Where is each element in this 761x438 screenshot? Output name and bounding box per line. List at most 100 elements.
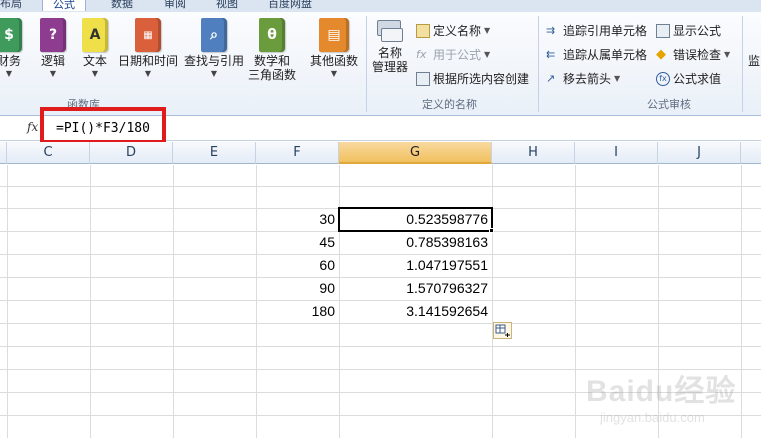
trace-arrow-icon: ⇉ — [546, 23, 556, 37]
insert-function-icon[interactable]: fx — [27, 120, 38, 134]
cell-g5[interactable]: 1.047197551 — [339, 254, 492, 276]
show-formulas-label: 显示公式 — [673, 24, 722, 38]
evaluate-formula-icon: fx — [656, 71, 670, 86]
cell-g7[interactable]: 3.141592654 — [339, 300, 492, 322]
more-functions-label: 其他函数 — [310, 54, 359, 68]
name-manager-label: 名称 — [378, 46, 403, 60]
use-in-formula-button[interactable]: fx 用于公式 ▼ — [416, 46, 490, 63]
name-manager-button[interactable]: 名称 管理器 — [372, 18, 408, 74]
cell-g4[interactable]: 0.785398163 — [339, 231, 492, 253]
more-functions-book-icon: ▤ — [319, 18, 349, 52]
tab-data[interactable]: 数据 — [111, 0, 133, 11]
create-from-selection-label: 根据所选内容创建 — [433, 72, 530, 86]
date-time-label: 日期和时间 — [118, 54, 179, 68]
defined-names-group-label: 定义的名称 — [422, 98, 477, 111]
tab-formulas[interactable]: 公式 — [42, 0, 86, 11]
row-header-corner[interactable] — [0, 142, 7, 164]
column-header-f[interactable]: F — [256, 142, 339, 164]
more-functions-button[interactable]: ▤ 其他函数 ▼ — [310, 18, 358, 78]
cell-f7[interactable]: 180 — [256, 300, 339, 322]
gridline — [741, 165, 742, 438]
watermark-sub-text: jingyan.baidu.com — [600, 410, 705, 425]
chevron-down-icon: ▼ — [484, 26, 491, 35]
column-header-e[interactable]: E — [173, 142, 256, 164]
column-headers: C D E F G H I J — [0, 142, 761, 164]
math-trig-label-line2: 三角函数 — [248, 68, 297, 82]
remove-arrows-icon: ↗ — [546, 71, 556, 85]
watch-window-button[interactable]: 监 — [748, 52, 760, 69]
chevron-down-icon: ▼ — [91, 69, 99, 78]
cell-f4[interactable]: 45 — [256, 231, 339, 253]
fill-handle[interactable] — [489, 228, 494, 233]
logical-book-icon: ? — [40, 18, 66, 52]
calendar-book-icon: ▦ — [135, 18, 161, 52]
cell-f3[interactable]: 30 — [256, 208, 339, 230]
column-header-j[interactable]: J — [658, 142, 741, 164]
financial-book-icon: $ — [0, 18, 22, 52]
text-label: 文本 — [82, 54, 107, 68]
evaluate-formula-button[interactable]: fx 公式求值 — [656, 70, 721, 87]
gridline — [0, 323, 761, 324]
remove-arrows-button[interactable]: ↗ 移去箭头 ▼ — [546, 70, 620, 87]
cell-f6[interactable]: 90 — [256, 277, 339, 299]
formula-auditing-group-label: 公式审核 — [647, 98, 691, 111]
show-formulas-button[interactable]: 显示公式 — [656, 22, 721, 39]
chevron-down-icon: ▼ — [5, 69, 13, 78]
text-button[interactable]: A 文本 ▼ — [82, 18, 108, 78]
group-divider — [366, 16, 367, 112]
column-header-g[interactable]: G — [339, 142, 492, 164]
tab-view[interactable]: 视图 — [216, 0, 238, 11]
remove-arrows-label: 移去箭头 — [563, 72, 612, 86]
table-icon — [416, 71, 430, 86]
tag-icon — [416, 23, 430, 38]
cell-g6[interactable]: 1.570796327 — [339, 277, 492, 299]
date-time-button[interactable]: ▦ 日期和时间 ▼ — [118, 18, 178, 78]
warning-icon: ◆ — [656, 46, 666, 62]
trace-precedents-button[interactable]: ⇉ 追踪引用单元格 — [546, 22, 647, 39]
financial-button[interactable]: $ 财务 ▼ — [0, 18, 22, 78]
gridline — [90, 165, 91, 438]
ribbon-tab-bar: 页面布局 公式 数据 审阅 视图 百度网盘 — [0, 0, 761, 12]
trace-dependents-button[interactable]: ⇇ 追踪从属单元格 — [546, 46, 647, 63]
trace-precedents-label: 追踪引用单元格 — [563, 24, 648, 38]
paste-options-button[interactable] — [493, 322, 512, 339]
define-name-button[interactable]: 定义名称 ▼ — [416, 22, 490, 39]
error-checking-button[interactable]: ◆ 错误检查 ▼ — [656, 46, 730, 63]
use-in-formula-label: 用于公式 — [433, 48, 482, 62]
lookup-reference-button[interactable]: ⌕ 查找与引用 ▼ — [184, 18, 244, 78]
column-header-h[interactable]: H — [492, 142, 575, 164]
active-cell-outline — [338, 207, 493, 232]
math-trig-button[interactable]: θ 数学和 三角函数 — [248, 18, 296, 82]
column-header-c[interactable]: C — [7, 142, 90, 164]
trace-dependents-label: 追踪从属单元格 — [563, 48, 648, 62]
chevron-down-icon: ▼ — [210, 69, 218, 78]
cell-f5[interactable]: 60 — [256, 254, 339, 276]
create-from-selection-button[interactable]: 根据所选内容创建 — [416, 70, 529, 87]
gridline — [575, 165, 576, 438]
baidu-jingyan-watermark: Baidu经验 jingyan.baidu.com — [586, 366, 736, 425]
error-checking-label: 错误检查 — [673, 48, 722, 62]
column-header-i[interactable]: I — [575, 142, 658, 164]
chevron-down-icon: ▼ — [144, 69, 152, 78]
gridline — [492, 165, 493, 438]
name-manager-icon — [375, 18, 405, 44]
financial-label: 财务 — [0, 54, 21, 68]
chevron-down-icon: ▼ — [330, 69, 338, 78]
logical-label: 逻辑 — [40, 54, 65, 68]
gridline — [0, 346, 761, 347]
group-divider — [742, 16, 743, 112]
tab-page-layout[interactable]: 页面布局 — [0, 0, 22, 11]
logical-button[interactable]: ? 逻辑 ▼ — [40, 18, 66, 78]
chevron-down-icon: ▼ — [49, 69, 57, 78]
gridline — [0, 186, 761, 187]
ribbon: $ 财务 ▼ ? 逻辑 ▼ A 文本 ▼ ▦ 日期和时间 ▼ ⌕ 查找与引用 ▼… — [0, 12, 761, 116]
name-manager-label-line2: 管理器 — [372, 60, 409, 74]
text-book-icon: A — [82, 18, 108, 52]
gridline — [7, 165, 8, 438]
column-header-d[interactable]: D — [90, 142, 173, 164]
tab-baidu-netdisk[interactable]: 百度网盘 — [268, 0, 312, 11]
tab-review[interactable]: 审阅 — [164, 0, 186, 11]
lookup-reference-label: 查找与引用 — [184, 54, 245, 68]
column-header-k[interactable] — [741, 142, 761, 164]
chevron-down-icon: ▼ — [484, 50, 491, 59]
